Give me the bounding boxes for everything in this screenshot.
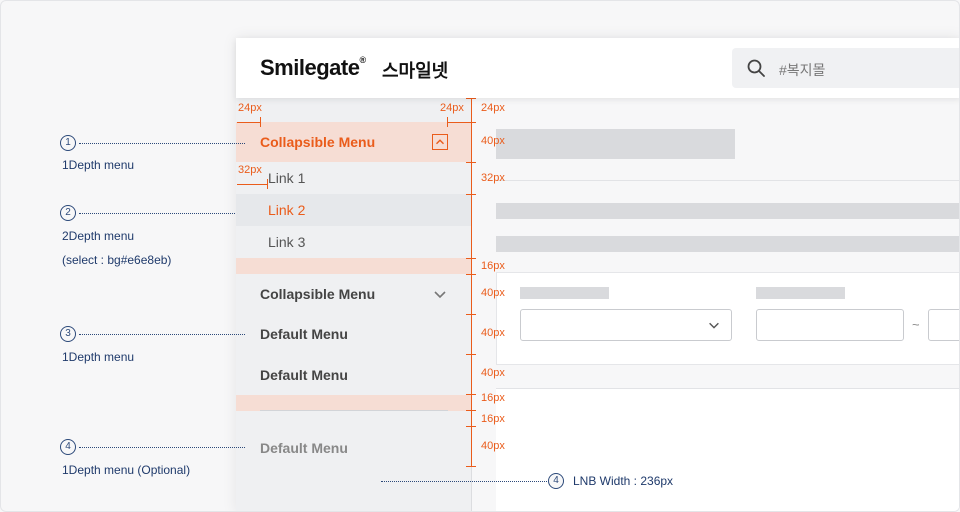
logo[interactable]: Smilegate® [260,55,366,81]
dimension-tick [466,426,476,427]
annotation-leader [79,213,235,214]
text-placeholder [496,236,959,252]
dimension-tick [466,194,476,195]
spacing-band [236,258,472,274]
date-start-field[interactable] [756,309,904,341]
dimension-tick [466,466,476,467]
header: Smilegate® 스마일넷 #복지몰 [236,38,959,98]
app-mockup: Smilegate® 스마일넷 #복지몰 Collapsible Menu Li… [236,38,959,511]
chevron-down-icon[interactable] [432,286,448,302]
annotation-leader [79,143,245,144]
dimension-line [237,184,268,185]
search-input[interactable]: #복지몰 [732,48,959,88]
label-placeholder [756,287,845,299]
lnb-link-2-selected[interactable]: Link 2 [236,194,472,226]
filter-card: ~ [496,272,959,365]
annotation-number: 2 [60,205,76,221]
dimension-tick [466,410,476,411]
annotation-label: LNB Width : 236px [573,474,674,488]
menu-label: Collapsible Menu [260,286,376,302]
menu-label: Collapsible Menu [260,134,376,150]
annotation-label: 1Depth menu [62,350,135,364]
link-label: Link 2 [268,202,306,218]
dimension-label: 16px [481,392,505,404]
annotation-leader [79,447,245,448]
dimension-tick [466,162,476,163]
dimension-tick [466,258,476,259]
text-placeholder [496,203,959,219]
logo-text: Smilegate [260,55,360,80]
dimension-label: 40px [481,367,505,379]
dimension-label: 32px [238,164,262,176]
content-area: ~ [472,98,959,511]
annotation-label: (select : bg#e6e8eb) [62,253,172,267]
dimension-line [237,122,261,123]
annotation-label: 2Depth menu [62,229,135,243]
lnb-default-menu-2[interactable]: Default Menu [236,355,472,395]
select-dropdown[interactable] [520,309,732,341]
range-tilde: ~ [912,317,920,332]
lnb-collapsible-menu-open[interactable]: Collapsible Menu [236,122,472,162]
link-label: Link 1 [268,170,306,186]
dimension-label: 40px [481,327,505,339]
content-divider [496,180,959,181]
lnb-sidebar: Collapsible Menu Link 1 Link 2 Link 3 Co… [236,98,472,511]
lnb-link-3[interactable]: Link 3 [236,226,472,258]
dimension-tick [267,179,268,189]
menu-label: Default Menu [260,326,348,342]
dimension-label: 24px [481,102,505,114]
annotation-leader [381,481,547,482]
chevron-up-icon[interactable] [432,134,448,150]
dimension-label: 32px [481,172,505,184]
annotation-number: 4 [548,473,564,489]
dimension-label: 24px [440,102,464,114]
dimension-label: 40px [481,440,505,452]
lnb-default-menu-optional[interactable]: Default Menu [236,428,472,468]
annotation-label: 1Depth menu [62,158,135,172]
dimension-tick [466,274,476,275]
dimension-tick [466,122,476,123]
dimension-tick [466,314,476,315]
search-placeholder: #복지몰 [779,62,826,78]
menu-label: Default Menu [260,440,348,456]
annotation-number: 1 [60,135,76,151]
chevron-down-icon [709,322,719,329]
dimension-label: 16px [481,260,505,272]
dimension-label: 40px [481,287,505,299]
annotation-number: 4 [60,439,76,455]
spec-frame: Smilegate® 스마일넷 #복지몰 Collapsible Menu Li… [0,0,960,512]
lnb-default-menu-1[interactable]: Default Menu [236,314,472,354]
annotation-label: 1Depth menu (Optional) [62,463,191,477]
lnb-link-1[interactable]: Link 1 [236,162,472,194]
menu-divider [260,410,448,411]
annotation-number: 3 [60,326,76,342]
search-icon [747,59,765,77]
dimension-label: 40px [481,135,505,147]
table-placeholder [496,388,959,511]
dimension-tick [466,394,476,395]
dimension-label: 16px [481,413,505,425]
logo-registered-mark: ® [359,54,366,65]
date-end-field[interactable] [928,309,959,341]
dimension-tick [466,354,476,355]
title-placeholder [496,129,735,159]
dimension-label: 24px [238,102,262,114]
lnb-collapsible-menu-closed[interactable]: Collapsible Menu [236,274,472,314]
dimension-tick [466,98,476,99]
annotation-leader [79,334,245,335]
label-placeholder [520,287,609,299]
spacing-band [236,395,472,411]
menu-label: Default Menu [260,367,348,383]
dimension-tick [260,117,261,127]
logo-korean: 스마일넷 [382,61,449,81]
dimension-tick [447,117,448,127]
link-label: Link 3 [268,234,306,250]
